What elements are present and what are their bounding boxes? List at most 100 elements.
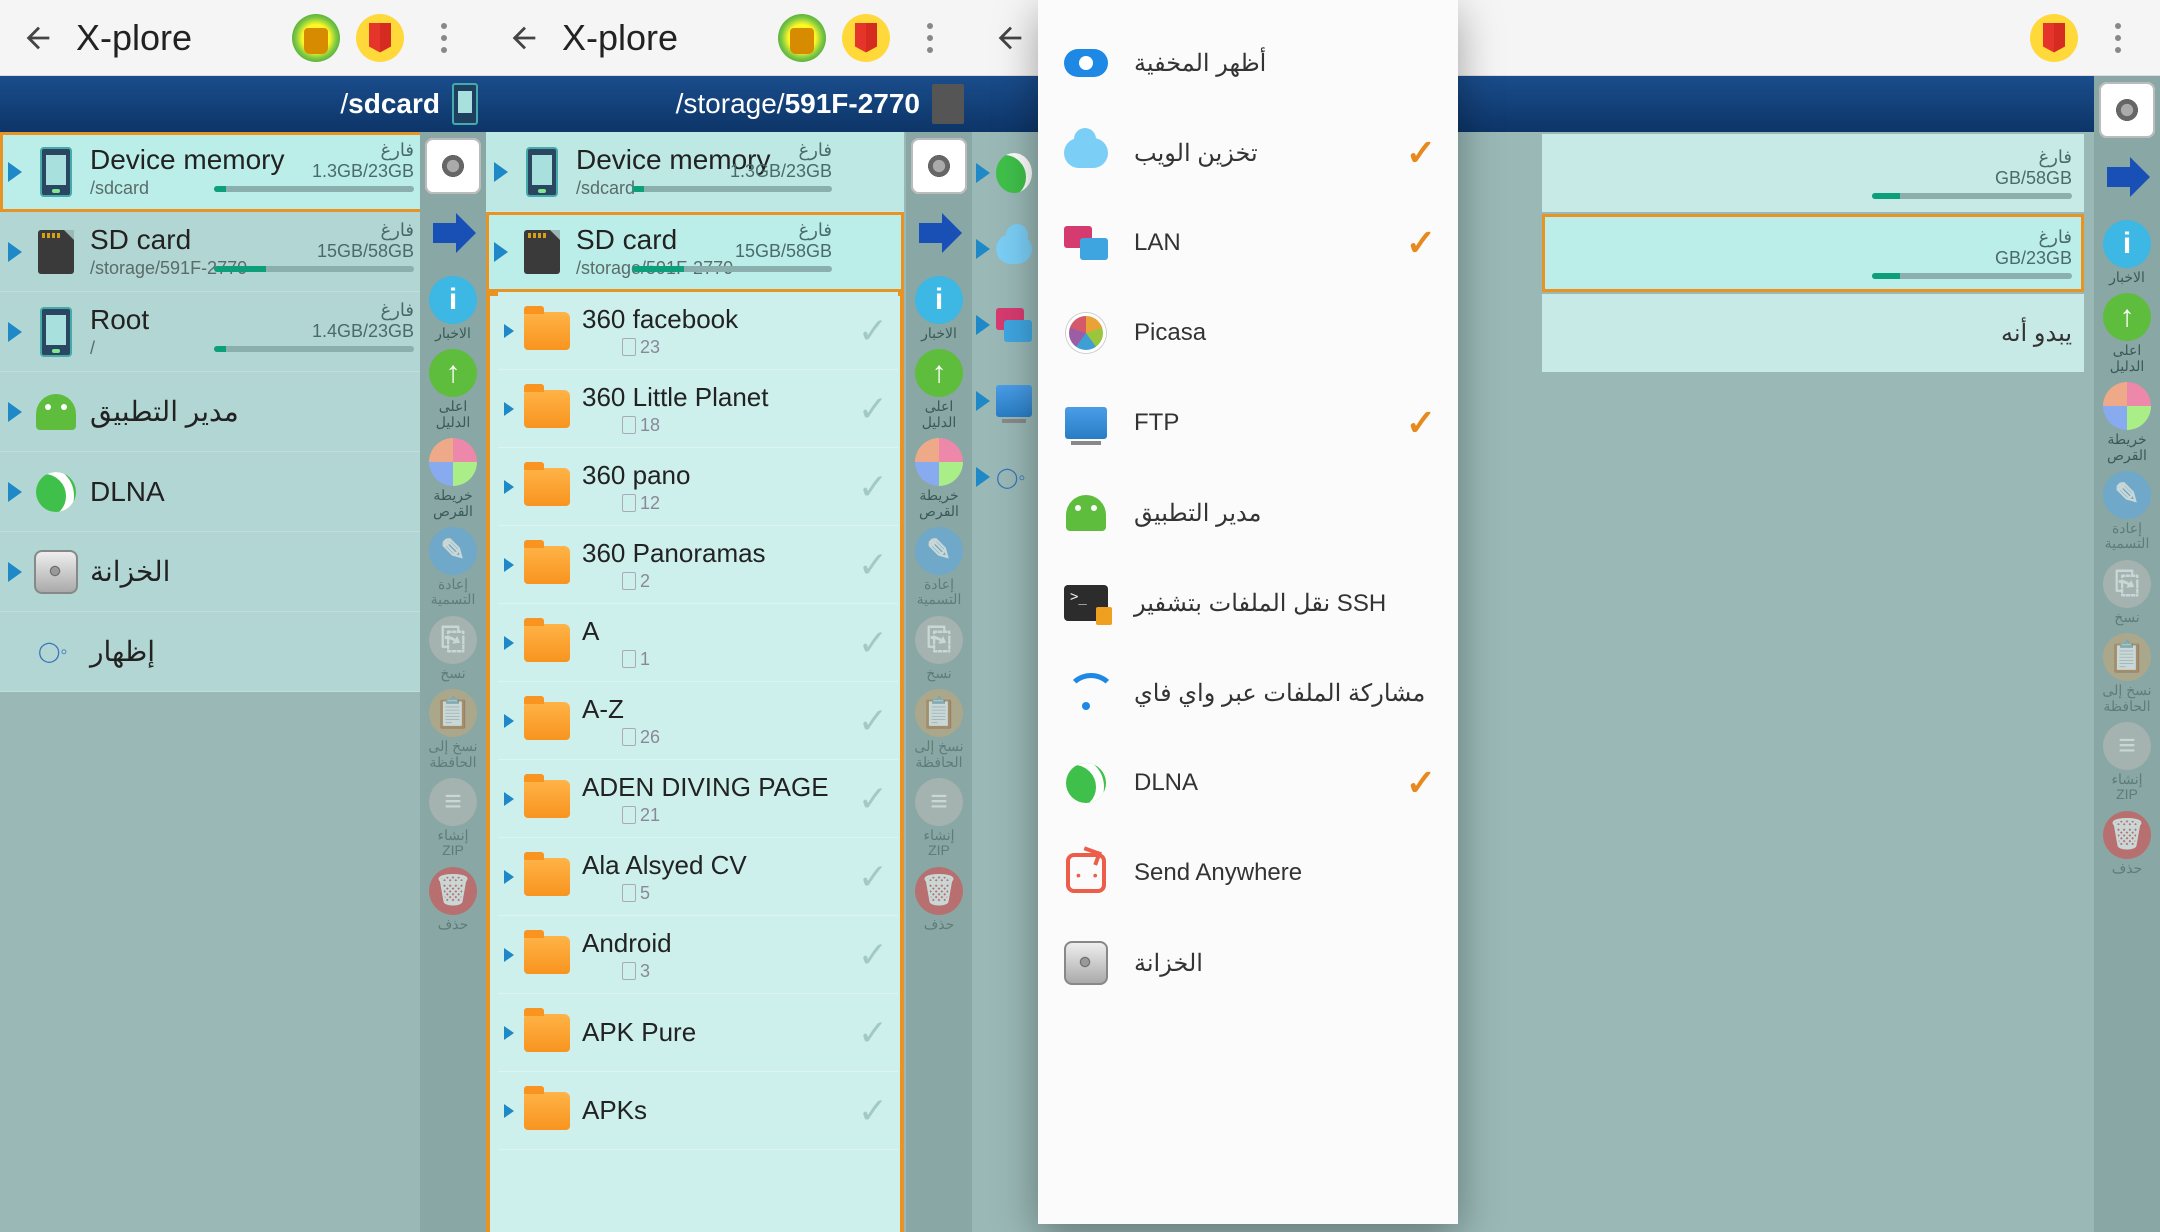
expand-icon[interactable] [8, 322, 24, 342]
storage-row[interactable]: الخزانة [0, 532, 486, 612]
popup-item[interactable]: تخزين الويب ✓ [1038, 108, 1458, 198]
storage-row[interactable]: Root/فارغ1.4GB/23GB [0, 292, 486, 372]
tool-info[interactable]: i الاخبار [425, 276, 481, 341]
folder-row[interactable]: Ala Alsyed CV 5 ✓ [498, 838, 898, 916]
check-icon[interactable]: ✓ [858, 778, 888, 820]
back-button[interactable] [982, 10, 1038, 66]
folder-row[interactable]: 360 pano 12 ✓ [498, 448, 898, 526]
check-icon[interactable]: ✓ [858, 388, 888, 430]
pane-arrow-icon[interactable] [914, 208, 964, 258]
tool-trash[interactable]: 🗑 حذف [2099, 811, 2155, 876]
camera-button[interactable] [425, 138, 481, 194]
pane-arrow-icon[interactable] [2102, 152, 2152, 202]
popup-item[interactable]: FTP ✓ [1038, 378, 1458, 468]
bookmark-icon[interactable] [838, 10, 894, 66]
expand-icon[interactable] [8, 242, 24, 262]
popup-item[interactable]: Send Anywhere [1038, 828, 1458, 918]
expand-icon[interactable] [504, 948, 514, 962]
folder-row[interactable]: APKs ✓ [498, 1072, 898, 1150]
back-button[interactable] [496, 10, 552, 66]
tool-edit[interactable]: ✎ إعادة التسمية [911, 527, 967, 608]
folder-row[interactable]: 360 facebook 23 ✓ [498, 292, 898, 370]
popup-item[interactable]: نقل الملفات بتشفير SSH [1038, 558, 1458, 648]
expand-icon[interactable] [504, 792, 514, 806]
expand-icon[interactable] [494, 242, 510, 262]
folder-row[interactable]: 360 Little Planet 18 ✓ [498, 370, 898, 448]
storage-row[interactable]: Device memory/sdcardفارغ1.3GB/23GB [0, 132, 486, 212]
tool-info[interactable]: i الاخبار [2099, 220, 2155, 285]
overflow-menu-button[interactable] [902, 10, 958, 66]
expand-icon[interactable] [504, 1104, 514, 1118]
storage-row[interactable]: ◯◦إظهار [0, 612, 486, 692]
tool-up[interactable]: ↑ اعلى الدليل [911, 349, 967, 430]
expand-icon[interactable] [8, 162, 24, 182]
expand-icon[interactable] [8, 402, 24, 422]
tool-clip[interactable]: 📋 نسخ إلى الحافظة [911, 689, 967, 770]
check-icon[interactable]: ✓ [858, 1090, 888, 1132]
tool-up[interactable]: ↑ اعلى الدليل [2099, 293, 2155, 374]
tool-copy[interactable]: ⎘ نسخ [2099, 560, 2155, 625]
expand-icon[interactable] [504, 324, 514, 338]
popup-item[interactable]: الخزانة [1038, 918, 1458, 1008]
tool-zip[interactable]: ≡ إنشاء ZIP [2099, 722, 2155, 803]
storage-row[interactable]: SD card/storage/591F-2770فارغ15GB/58GB [486, 212, 904, 292]
check-icon[interactable]: ✓ [858, 466, 888, 508]
donate-icon[interactable] [288, 10, 344, 66]
check-icon[interactable]: ✓ [858, 544, 888, 586]
path-bar[interactable]: /sdcard [0, 76, 486, 132]
check-icon[interactable]: ✓ [858, 1012, 888, 1054]
tool-edit[interactable]: ✎ إعادة التسمية [2099, 471, 2155, 552]
expand-icon[interactable] [504, 714, 514, 728]
tool-trash[interactable]: 🗑 حذف [911, 867, 967, 932]
folder-row[interactable]: APK Pure ✓ [498, 994, 898, 1072]
tool-trash[interactable]: 🗑 حذف [425, 867, 481, 932]
expand-icon[interactable] [8, 482, 24, 502]
expand-icon[interactable] [504, 480, 514, 494]
check-icon[interactable]: ✓ [858, 856, 888, 898]
folder-row[interactable]: 360 Panoramas 2 ✓ [498, 526, 898, 604]
storage-row[interactable]: مدير التطبيق [0, 372, 486, 452]
folder-list[interactable]: 360 facebook 23 ✓ 360 Little Planet 18 ✓… [486, 292, 904, 1232]
path-bar[interactable]: /storage/591F-2770 [486, 76, 972, 132]
tool-up[interactable]: ↑ اعلى الدليل [425, 349, 481, 430]
camera-button[interactable] [2099, 82, 2155, 138]
pane-arrow-icon[interactable] [428, 208, 478, 258]
check-icon[interactable]: ✓ [858, 310, 888, 352]
folder-row[interactable]: A 1 ✓ [498, 604, 898, 682]
folder-row[interactable]: Android 3 ✓ [498, 916, 898, 994]
popup-item[interactable]: مدير التطبيق [1038, 468, 1458, 558]
folder-row[interactable]: ADEN DIVING PAGE 21 ✓ [498, 760, 898, 838]
expand-icon[interactable] [504, 636, 514, 650]
storage-row[interactable]: Device memory/sdcardفارغ1.3GB/23GB [486, 132, 904, 212]
tool-copy[interactable]: ⎘ نسخ [425, 616, 481, 681]
back-button[interactable] [10, 10, 66, 66]
check-icon[interactable]: ✓ [858, 700, 888, 742]
tool-copy[interactable]: ⎘ نسخ [911, 616, 967, 681]
popup-item[interactable]: DLNA ✓ [1038, 738, 1458, 828]
overflow-menu-button[interactable] [2090, 10, 2146, 66]
expand-icon[interactable] [504, 1026, 514, 1040]
bookmark-icon[interactable] [352, 10, 408, 66]
check-icon[interactable]: ✓ [858, 934, 888, 976]
tool-disk[interactable]: خريطة القرص [911, 438, 967, 519]
tool-zip[interactable]: ≡ إنشاء ZIP [425, 778, 481, 859]
storage-row[interactable]: SD card/storage/591F-2770فارغ15GB/58GB [0, 212, 486, 292]
popup-item[interactable]: LAN ✓ [1038, 198, 1458, 288]
expand-icon[interactable] [504, 558, 514, 572]
donate-icon[interactable] [774, 10, 830, 66]
expand-icon[interactable] [8, 562, 24, 582]
expand-icon[interactable] [494, 162, 510, 182]
storage-row[interactable]: DLNA [0, 452, 486, 532]
tool-info[interactable]: i الاخبار [911, 276, 967, 341]
popup-item[interactable]: أظهر المخفية [1038, 18, 1458, 108]
bookmark-icon[interactable] [2026, 10, 2082, 66]
tool-disk[interactable]: خريطة القرص [425, 438, 481, 519]
popup-item[interactable]: Picasa [1038, 288, 1458, 378]
expand-icon[interactable] [504, 402, 514, 416]
folder-row[interactable]: A-Z 26 ✓ [498, 682, 898, 760]
tool-clip[interactable]: 📋 نسخ إلى الحافظة [2099, 633, 2155, 714]
tool-clip[interactable]: 📋 نسخ إلى الحافظة [425, 689, 481, 770]
overflow-menu-button[interactable] [416, 10, 472, 66]
tool-edit[interactable]: ✎ إعادة التسمية [425, 527, 481, 608]
popup-item[interactable]: مشاركة الملفات عبر واي فاي [1038, 648, 1458, 738]
